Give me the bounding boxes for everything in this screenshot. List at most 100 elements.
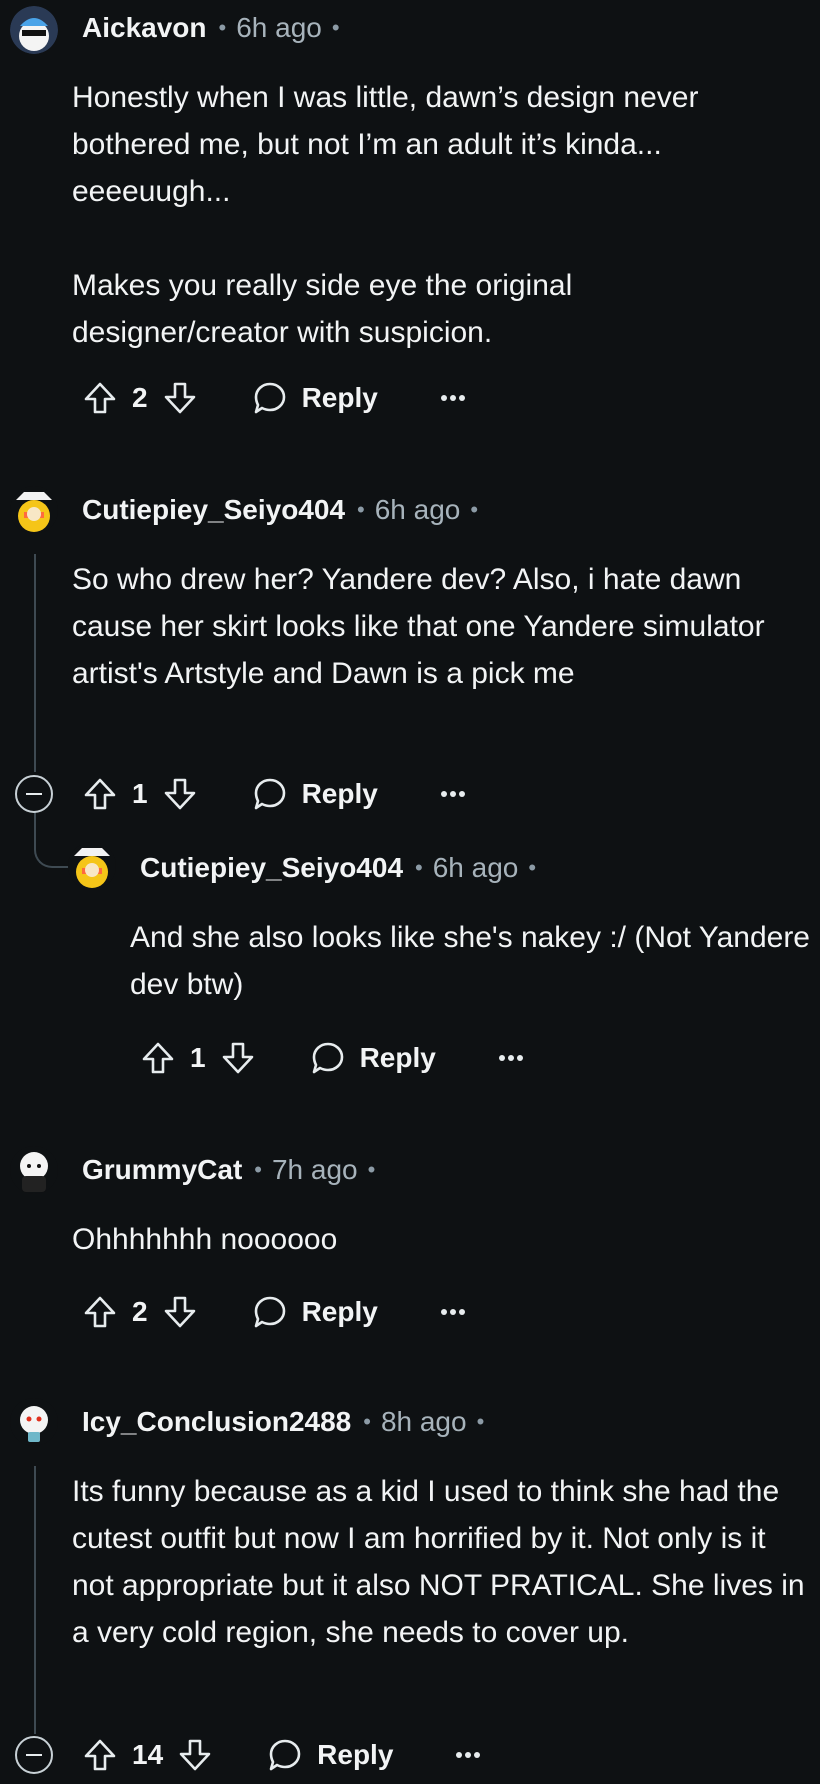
downvote-button[interactable]	[162, 380, 198, 416]
collapse-thread-button[interactable]	[15, 775, 53, 813]
comment-paragraph: And she also looks like she's nakey :/ (…	[130, 921, 810, 1001]
avatar[interactable]	[10, 1146, 58, 1194]
timestamp: 8h ago	[380, 1406, 467, 1437]
avatar-image	[10, 486, 58, 534]
avatar-image	[10, 1398, 58, 1446]
comment-paragraph: Its funny because as a kid I used to thi…	[72, 1475, 805, 1649]
speech-bubble-icon	[254, 1296, 285, 1328]
downvote-button[interactable]	[177, 1737, 213, 1773]
avatar[interactable]	[10, 6, 58, 54]
reply-label: Reply	[317, 1739, 394, 1770]
author-name[interactable]: Cutiepiey_Seiyo404	[140, 852, 403, 884]
reply-button[interactable]: Reply	[310, 1040, 436, 1076]
reply-label: Reply	[301, 382, 378, 413]
ellipsis-icon	[440, 1309, 465, 1315]
avatar-image	[10, 1146, 58, 1194]
upvote-button[interactable]	[140, 1040, 176, 1076]
reply-button[interactable]: Reply	[252, 1294, 378, 1330]
comment-paragraph: Ohhhhhhh noooooo	[72, 1223, 338, 1256]
separator-dot: •	[528, 855, 537, 880]
avatar-image	[10, 6, 58, 54]
comment-body: Its funny because as a kid I used to thi…	[72, 1468, 812, 1656]
avatar-image	[68, 842, 116, 890]
more-options-button[interactable]	[455, 1751, 481, 1759]
more-options-button[interactable]	[440, 790, 466, 798]
vote-count: 14	[132, 1739, 164, 1770]
collapse-thread-button[interactable]	[15, 1736, 53, 1774]
separator-dot: •	[470, 497, 479, 522]
comment-meta: GrummyCat • 7h ago •	[82, 1154, 375, 1186]
downvote-button[interactable]	[220, 1040, 256, 1076]
vote-count: 2	[132, 382, 148, 413]
comment-meta: Cutiepiey_Seiyo404 • 6h ago •	[140, 852, 536, 884]
timestamp: 6h ago	[432, 852, 519, 883]
comment-body: Ohhhhhhh noooooo	[72, 1216, 792, 1263]
comment-paragraph: Makes you really side eye the original d…	[72, 269, 573, 349]
vote-count: 1	[132, 778, 148, 809]
separator-dot: •	[363, 1409, 371, 1434]
author-name[interactable]: Icy_Conclusion2488	[82, 1406, 351, 1438]
thread-line	[34, 554, 36, 772]
speech-bubble-icon	[254, 382, 285, 414]
upvote-button[interactable]	[82, 380, 118, 416]
ellipsis-icon	[498, 1055, 523, 1061]
comment-body: And she also looks like she's nakey :/ (…	[130, 914, 810, 1008]
separator-dot: •	[415, 855, 423, 880]
speech-bubble-icon	[269, 1739, 301, 1771]
reply-button[interactable]: Reply	[252, 380, 378, 416]
vote-count: 1	[190, 1042, 206, 1073]
ellipsis-icon	[440, 395, 465, 401]
author-name[interactable]: Aickavon	[82, 12, 207, 44]
author-name[interactable]: GrummyCat	[82, 1154, 242, 1186]
reply-button[interactable]: Reply	[252, 776, 378, 812]
upvote-button[interactable]	[82, 776, 118, 812]
separator-dot: •	[331, 15, 340, 40]
arrow-down-outline-icon	[164, 778, 195, 810]
collapse-minus-icon	[26, 1754, 42, 1756]
author-name[interactable]: Cutiepiey_Seiyo404	[82, 494, 345, 526]
more-options-button[interactable]	[498, 1054, 524, 1062]
separator-dot: •	[254, 1157, 262, 1182]
comment-paragraph: So who drew her? Yandere dev? Also, i ha…	[72, 563, 765, 690]
comment-actions: 2 Reply	[82, 376, 466, 420]
vote-count: 2	[132, 1296, 148, 1327]
ellipsis-icon	[440, 791, 465, 797]
speech-bubble-icon	[312, 1042, 343, 1074]
reply-label: Reply	[301, 1296, 378, 1327]
reply-label: Reply	[301, 778, 378, 809]
avatar[interactable]	[10, 486, 58, 534]
more-options-button[interactable]	[440, 1308, 466, 1316]
upvote-button[interactable]	[82, 1294, 118, 1330]
comment-meta: Icy_Conclusion2488 • 8h ago •	[82, 1406, 484, 1438]
arrow-up-outline-icon	[142, 1042, 174, 1074]
avatar[interactable]	[10, 1398, 58, 1446]
downvote-button[interactable]	[162, 1294, 198, 1330]
separator-dot: •	[218, 15, 227, 40]
comment-meta: Aickavon • 6h ago •	[82, 12, 340, 44]
comment-actions: 1 Reply	[140, 1036, 524, 1080]
ellipsis-icon	[456, 1752, 481, 1758]
comment-paragraph: Honestly when I was little, dawn’s desig…	[72, 81, 699, 208]
speech-bubble-icon	[254, 778, 285, 810]
downvote-button[interactable]	[162, 776, 198, 812]
comment-actions: 1 Reply	[82, 772, 466, 816]
comment-actions: 14 Reply	[82, 1733, 481, 1777]
upvote-button[interactable]	[82, 1737, 118, 1773]
reply-button[interactable]: Reply	[267, 1737, 393, 1773]
comment-body: Honestly when I was little, dawn’s desig…	[72, 74, 792, 356]
timestamp: 6h ago	[374, 494, 461, 525]
arrow-up-outline-icon	[84, 778, 116, 810]
arrow-down-outline-icon	[164, 1296, 195, 1328]
collapse-minus-icon	[26, 793, 42, 795]
separator-dot: •	[357, 497, 365, 522]
avatar[interactable]	[68, 842, 116, 890]
separator-dot: •	[367, 1157, 376, 1182]
thread-line	[34, 1466, 36, 1734]
timestamp: 6h ago	[236, 12, 322, 43]
arrow-up-outline-icon	[84, 382, 116, 414]
separator-dot: •	[476, 1409, 485, 1434]
more-options-button[interactable]	[440, 394, 466, 402]
arrow-down-outline-icon	[179, 1739, 211, 1771]
arrow-down-outline-icon	[164, 382, 195, 414]
arrow-down-outline-icon	[222, 1042, 253, 1074]
